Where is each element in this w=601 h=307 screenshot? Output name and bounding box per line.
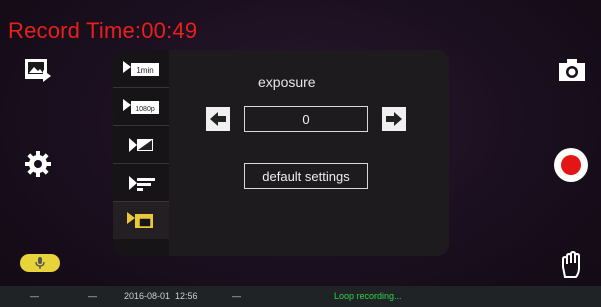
record-dot-icon [561,155,581,175]
snapshot-button[interactable] [554,52,590,88]
hand-icon [562,250,580,278]
settings-menu: 1min 1080p [113,50,169,256]
record-button[interactable] [554,148,588,182]
menu-item-1min[interactable]: 1min [113,50,169,88]
exposure-icon [129,137,153,152]
arrow-right-icon [386,112,402,126]
video-settings-icon [127,211,153,228]
status-loop-recording: Loop recording... [334,291,402,301]
video-1080p-icon: 1080p [123,98,159,114]
camera-icon [559,59,585,81]
status-bar: — — 2016-08-01 12:56 — Loop recording... [0,286,601,307]
exposure-value: 0 [244,106,368,132]
menu-item-exposure[interactable] [113,126,169,164]
menu-item-sensitivity[interactable] [113,164,169,202]
menu-item-1080p[interactable]: 1080p [113,88,169,126]
gear-icon [25,151,51,177]
exposure-label: exposure [258,74,316,90]
svg-text:1080p: 1080p [135,106,155,113]
arrow-left-icon [210,112,226,126]
gesture-button[interactable] [554,246,590,282]
exposure-decrease-button[interactable] [206,107,230,131]
menu-item-settings[interactable] [113,202,169,239]
gallery-icon [25,59,51,82]
settings-button[interactable] [20,146,56,182]
video-1min-icon: 1min [123,60,159,76]
default-settings-button[interactable]: default settings [244,163,368,189]
gallery-button[interactable] [20,52,56,88]
record-time: Record Time:00:49 [8,18,198,43]
status-dash-3: — [232,291,241,301]
microphone-icon [35,257,45,269]
status-dash-2: — [88,291,97,301]
exposure-increase-button[interactable] [382,107,406,131]
sensitivity-icon [129,175,155,191]
svg-text:1min: 1min [136,66,153,75]
status-datetime: 2016-08-01 12:56 [124,291,198,301]
mic-toggle[interactable] [20,254,60,272]
status-dash-1: — [30,291,39,301]
camera-screen: Record Time:00:49 1min 1080p exposure 0 … [0,0,601,307]
